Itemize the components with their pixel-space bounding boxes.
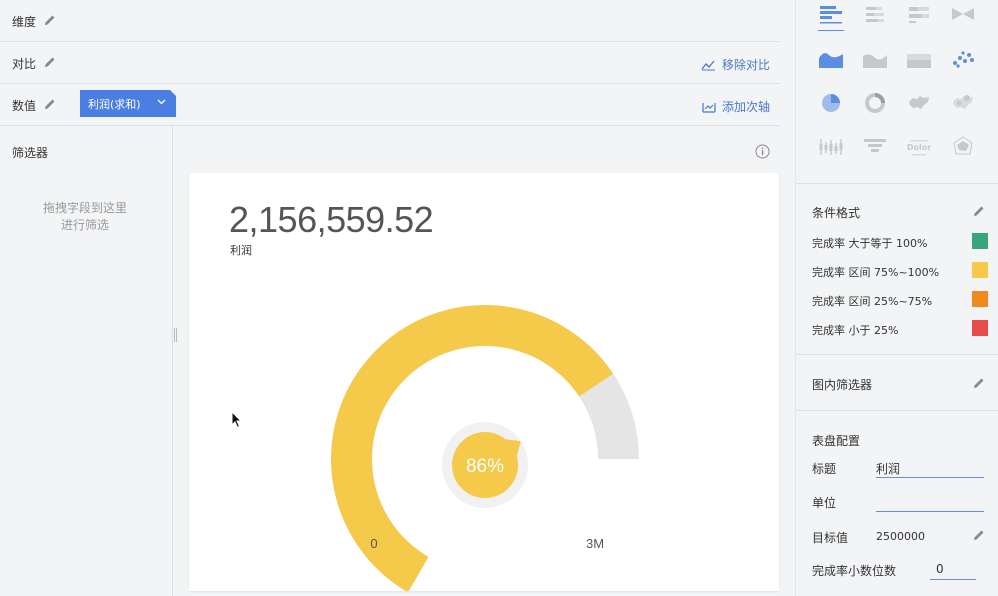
filter-title: 筛选器: [12, 146, 49, 160]
axis-icon: [702, 102, 716, 113]
edit-inner-filter-pencil-icon[interactable]: [972, 376, 986, 390]
rule-text-2: 完成率 区间 75%~100%: [812, 266, 940, 279]
rule-text-1: 完成率 大于等于 100%: [812, 237, 928, 250]
rule-text-4: 完成率 小于 25%: [812, 324, 899, 337]
title-field-label: 标题: [812, 462, 837, 476]
dimension-row: 维度: [0, 0, 780, 42]
gauge-max-label: 3M: [586, 536, 604, 551]
gauge-percent-label: 86%: [466, 456, 504, 477]
rule-swatch-3: [972, 291, 988, 307]
edit-compare-pencil-icon[interactable]: [43, 55, 57, 69]
pie-icon[interactable]: [818, 90, 844, 116]
scatter-icon[interactable]: [950, 46, 976, 72]
chevron-down-icon[interactable]: [157, 99, 166, 105]
selected-chart-indicator: [818, 30, 844, 31]
word-cloud-icon[interactable]: Dolor: [906, 134, 932, 160]
line-chart-icon: [701, 60, 715, 70]
radar-icon[interactable]: [950, 134, 976, 160]
remove-compare-label: 移除对比: [721, 58, 770, 72]
bar-stacked-icon[interactable]: [862, 2, 888, 28]
add-secondary-axis-label: 添加次轴: [721, 100, 770, 114]
gauge-chart: 86% 0 3M: [331, 305, 639, 591]
add-secondary-axis-button[interactable]: 添加次轴: [702, 98, 770, 115]
chart-card: 2,156,559.52 利润 86% 0 3M: [189, 173, 779, 591]
unit-field-label: 单位: [812, 496, 837, 510]
gauge-config-title: 表盘配置: [812, 434, 861, 448]
bar-percent-icon[interactable]: [906, 2, 932, 28]
remove-compare-button[interactable]: 移除对比: [701, 56, 770, 73]
filter-hint-line1: 拖拽字段到这里: [42, 201, 127, 215]
gauge-min-label: 0: [370, 536, 377, 551]
divider: [796, 354, 998, 355]
conditional-format-title: 条件格式: [812, 206, 861, 220]
bar-horizontal-icon[interactable]: [818, 2, 844, 28]
ring-icon[interactable]: [862, 90, 888, 116]
compare-row: 对比 移除对比: [0, 42, 780, 84]
filter-drop-hint: 拖拽字段到这里 进行筛选: [0, 200, 170, 234]
area-icon[interactable]: [818, 46, 844, 72]
tag-corner: [170, 90, 176, 96]
divider: [796, 183, 998, 184]
funnel-icon[interactable]: [862, 134, 888, 160]
svg-text:Dolor: Dolor: [907, 143, 931, 152]
map-icon[interactable]: [906, 90, 932, 116]
unit-input[interactable]: [876, 492, 984, 512]
area-smooth-icon[interactable]: [862, 46, 888, 72]
map-bubble-icon[interactable]: [950, 90, 976, 116]
divider: [796, 410, 998, 411]
rule-text-3: 完成率 区间 25%~75%: [812, 295, 933, 308]
filter-panel: 筛选器 拖拽字段到这里 进行筛选: [0, 126, 173, 596]
panel-resize-handle[interactable]: [174, 328, 177, 342]
rule-swatch-1: [972, 233, 988, 249]
compare-label: 对比: [12, 57, 37, 71]
edit-dimension-pencil-icon[interactable]: [43, 13, 57, 27]
funnel-bar-icon[interactable]: [950, 2, 976, 28]
target-value: 2500000: [876, 530, 925, 543]
box-plot-icon[interactable]: [818, 134, 844, 160]
value-field-tag[interactable]: 利润(求和): [80, 90, 176, 117]
value-field-tag-label: 利润(求和): [88, 97, 141, 111]
decimals-field-label: 完成率小数位数: [812, 564, 897, 578]
mouse-cursor-icon: [231, 411, 243, 429]
title-input[interactable]: 利润: [876, 458, 984, 478]
inner-filter-title: 图内筛选器: [812, 378, 873, 392]
info-icon[interactable]: [755, 144, 770, 159]
target-field-label: 目标值: [812, 531, 849, 545]
value-label: 数值: [12, 99, 37, 113]
filter-hint-line2: 进行筛选: [60, 218, 109, 232]
decimals-input[interactable]: 0: [930, 560, 976, 580]
edit-conditional-format-pencil-icon[interactable]: [972, 204, 986, 218]
edit-value-pencil-icon[interactable]: [43, 97, 57, 111]
config-bar: 维度 对比 移除对比 数值 添加次轴 利润(求和): [0, 0, 780, 126]
rule-swatch-4: [972, 320, 988, 336]
rule-swatch-2: [972, 262, 988, 278]
properties-panel: Dolor 条件格式 完成率 大于等于 100% 完成率 区间 75%~100%…: [795, 0, 998, 596]
area-stacked-icon[interactable]: [906, 46, 932, 72]
edit-target-pencil-icon[interactable]: [972, 528, 986, 542]
dimension-label: 维度: [12, 15, 37, 29]
